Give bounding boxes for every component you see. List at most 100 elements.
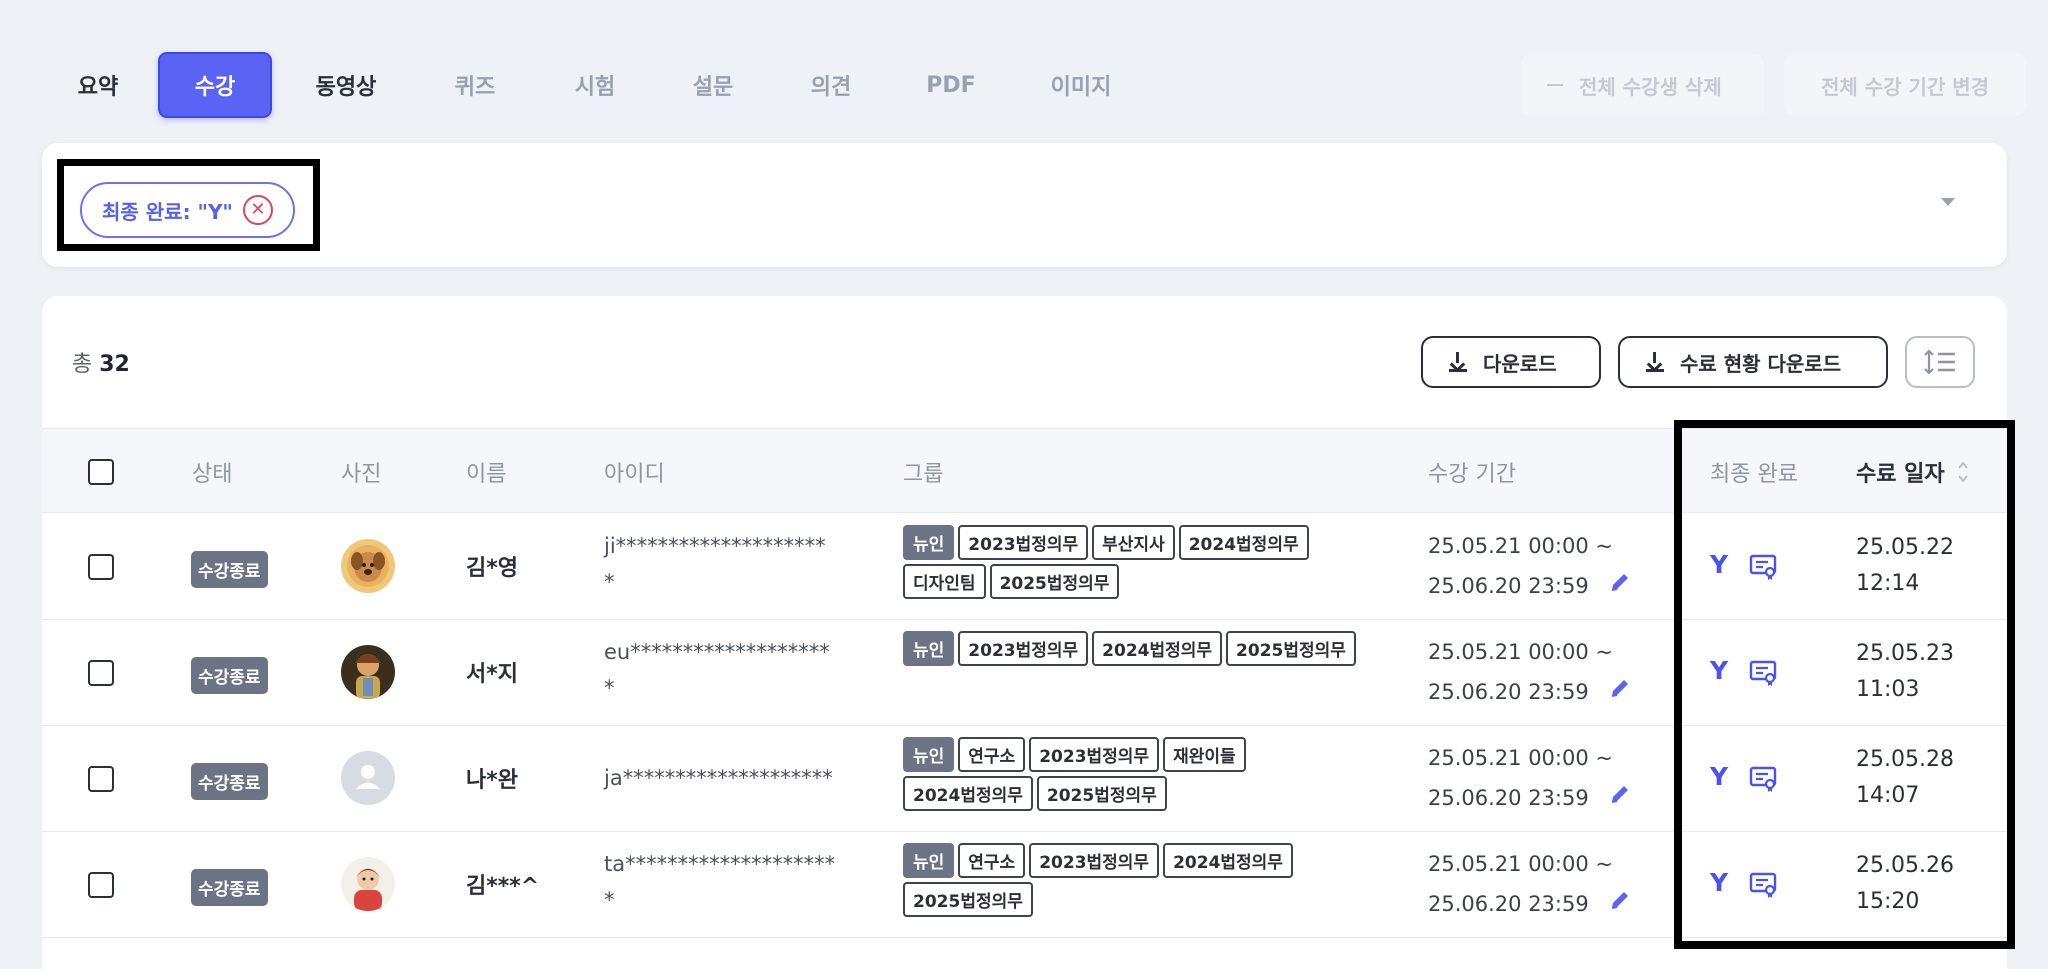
tab-image[interactable]: 이미지	[1006, 52, 1156, 118]
pencil-icon[interactable]	[1608, 888, 1632, 912]
col-final-complete: 최종 완료	[1710, 461, 1798, 487]
pencil-icon[interactable]	[1608, 676, 1632, 700]
download-label: 다운로드	[1483, 351, 1557, 376]
row-checkbox[interactable]	[88, 660, 114, 686]
group-tag: 2025법정의무	[903, 882, 1033, 917]
completed-time: 11:03	[1856, 677, 1920, 702]
sort-arrows-icon[interactable]	[1957, 459, 1969, 485]
column-settings-button[interactable]	[1905, 336, 1975, 388]
final-complete-value: Y	[1710, 656, 1729, 685]
student-id-cont: *	[604, 570, 615, 594]
student-name: 김*영	[466, 556, 518, 581]
certificate-icon[interactable]	[1748, 658, 1778, 688]
bulk-actions: 전체 수강생 삭제 전체 수강 기간 변경	[1521, 54, 2026, 116]
group-tags: 뉴인 연구소 2023법정의무 재완이들 2024법정의무 2025법정의무	[903, 737, 1373, 811]
period-start: 25.05.21 00:00 ~	[1428, 640, 1613, 664]
table-row[interactable]: 수강종료 김***^ ta******************** * 뉴인 연…	[42, 832, 2007, 938]
certificate-icon[interactable]	[1748, 870, 1778, 900]
group-tag: 2024법정의무	[1178, 525, 1309, 560]
tab-summary[interactable]: 요약	[52, 52, 144, 118]
tab-pdf[interactable]: PDF	[896, 52, 1006, 118]
sort-lines-icon	[1924, 349, 1955, 375]
student-name: 서*지	[466, 662, 518, 687]
row-checkbox[interactable]	[88, 872, 114, 898]
pencil-icon[interactable]	[1608, 570, 1632, 594]
period-end: 25.06.20 23:59	[1428, 574, 1589, 598]
pencil-icon[interactable]	[1608, 782, 1632, 806]
completed-date: 25.05.22	[1856, 535, 1954, 560]
close-circle-icon[interactable]: ✕	[242, 195, 273, 225]
table-row[interactable]: 수강종료 서*지 eu******************* * 뉴인 2023…	[42, 620, 2007, 726]
status-badge: 수강종료	[191, 869, 268, 906]
completed-time: 14:07	[1856, 783, 1920, 808]
status-badge: 수강종료	[191, 657, 268, 694]
col-status: 상태	[192, 461, 233, 487]
col-completed-at[interactable]: 수료 일자	[1856, 429, 1969, 514]
filter-chip[interactable]: 최종 완료: "Y" ✕	[80, 182, 295, 238]
group-tag: 디자인팀	[903, 564, 986, 599]
group-tag: 2023법정의무	[958, 631, 1089, 666]
tab-quiz[interactable]: 퀴즈	[420, 52, 530, 118]
certificate-icon[interactable]	[1748, 764, 1778, 794]
completed-time: 12:14	[1856, 571, 1920, 596]
caret-down-icon[interactable]	[1941, 198, 1955, 206]
period-end: 25.06.20 23:59	[1428, 786, 1589, 810]
status-badge: 수강종료	[191, 551, 268, 588]
completion-download-button[interactable]: 수료 현황 다운로드	[1618, 336, 1888, 388]
col-completed-at-label: 수료 일자	[1856, 461, 1945, 487]
student-id: ja********************	[604, 766, 833, 790]
tab-survey[interactable]: 설문	[660, 52, 766, 118]
tab-enrollment[interactable]: 수강	[158, 52, 272, 118]
group-tag: 2025법정의무	[989, 564, 1120, 599]
avatar	[341, 539, 395, 593]
period-end: 25.06.20 23:59	[1428, 680, 1589, 704]
total-count: 총 32	[72, 346, 130, 378]
group-tag: 뉴인	[903, 525, 955, 560]
change-all-period-button[interactable]: 전체 수강 기간 변경	[1784, 54, 2026, 116]
group-tag: 재완이들	[1163, 737, 1246, 772]
select-all-cell	[88, 429, 114, 514]
chip-highlight-box: 최종 완료: "Y" ✕	[57, 159, 320, 251]
table-row[interactable]: 수강종료 나*완 ja******************** 뉴인 연구소 2…	[42, 726, 2007, 832]
download-button[interactable]: 다운로드	[1421, 336, 1601, 388]
completed-date: 25.05.26	[1856, 853, 1954, 878]
col-name: 이름	[466, 461, 507, 487]
col-photo: 사진	[341, 461, 382, 487]
group-tag: 2025법정의무	[1036, 776, 1167, 811]
select-all-checkbox[interactable]	[88, 458, 114, 485]
download-icon	[1449, 352, 1467, 372]
group-tag: 연구소	[958, 737, 1026, 772]
col-group: 그룹	[903, 461, 944, 487]
group-tag: 뉴인	[903, 631, 955, 666]
certificate-icon[interactable]	[1748, 552, 1778, 582]
child-avatar-image	[341, 857, 395, 911]
period-start: 25.05.21 00:00 ~	[1428, 746, 1613, 770]
group-tag: 연구소	[958, 843, 1026, 878]
group-tag: 부산지사	[1092, 525, 1175, 560]
group-tag: 2023법정의무	[1029, 843, 1160, 878]
row-checkbox[interactable]	[88, 766, 114, 792]
default-user-icon	[341, 751, 395, 805]
tab-video[interactable]: 동영상	[272, 52, 420, 118]
row-checkbox[interactable]	[88, 554, 114, 580]
completed-date: 25.05.23	[1856, 641, 1954, 666]
tab-opinion[interactable]: 의견	[766, 52, 896, 118]
total-number: 32	[99, 352, 130, 377]
download-icon	[1646, 352, 1664, 372]
character-avatar-image	[341, 645, 395, 699]
student-id: ta********************	[604, 852, 836, 876]
filter-chip-label: 최종 완료: "Y"	[102, 199, 233, 224]
student-id: ji********************	[604, 534, 826, 558]
tab-exam[interactable]: 시험	[530, 52, 660, 118]
table-row[interactable]: 수강종료 김*영 ji******************** * 뉴인 202…	[42, 514, 2007, 620]
delete-all-students-button[interactable]: 전체 수강생 삭제	[1521, 54, 1764, 116]
avatar	[341, 857, 395, 911]
student-name: 김***^	[466, 874, 540, 899]
student-id-cont: *	[604, 888, 615, 912]
group-tags: 뉴인 2023법정의무 2024법정의무 2025법정의무	[903, 631, 1373, 666]
group-tag: 뉴인	[903, 843, 955, 878]
group-tag: 2024법정의무	[903, 776, 1033, 811]
student-id: eu*******************	[604, 640, 830, 664]
completion-download-label: 수료 현황 다운로드	[1680, 351, 1842, 376]
completed-date: 25.05.28	[1856, 747, 1954, 772]
